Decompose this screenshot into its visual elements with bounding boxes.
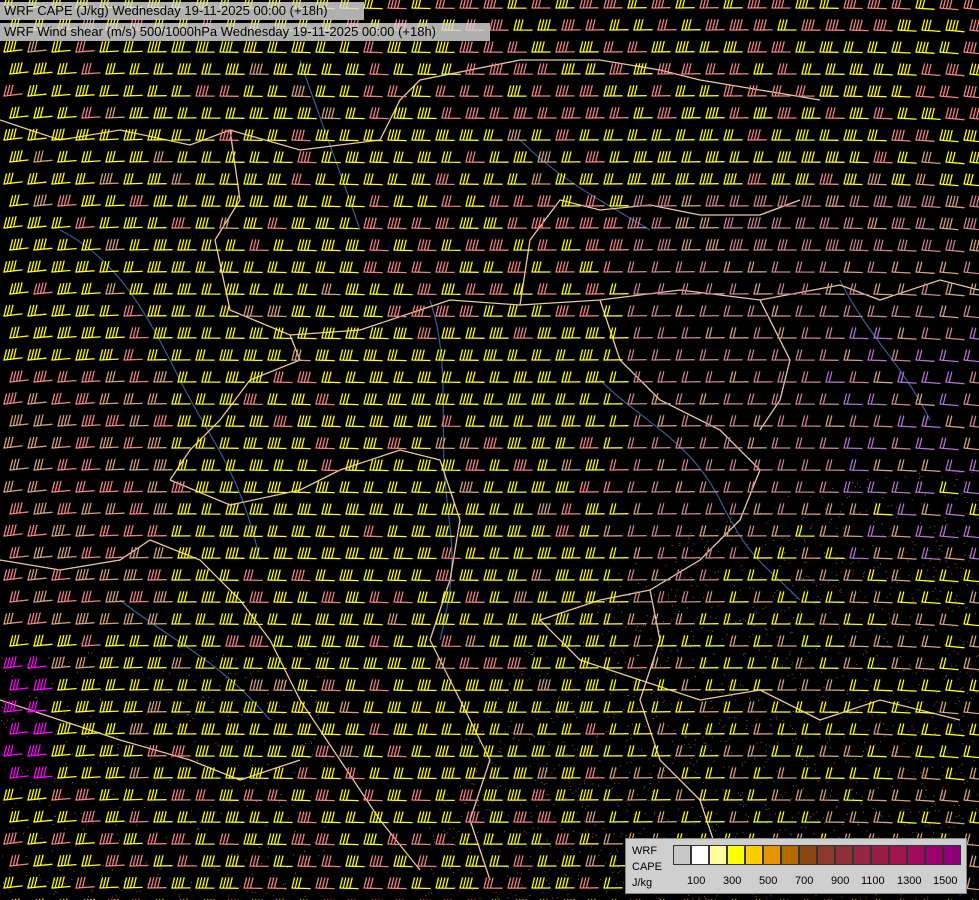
legend-tick-label: 1500 <box>933 875 958 887</box>
legend-model-label: WRF <box>632 845 658 857</box>
country-border <box>169 449 441 506</box>
wind-barb-group <box>627 195 979 603</box>
legend-swatch <box>799 845 817 865</box>
legend-swatch <box>835 845 853 865</box>
legend-color-scale <box>673 845 961 865</box>
legend-variable-label: CAPE <box>632 861 662 873</box>
legend-swatch <box>727 845 745 865</box>
legend-swatch <box>907 845 925 865</box>
legend-swatch <box>763 845 781 865</box>
legend-swatch <box>817 845 835 865</box>
wind-barb-layer <box>3 0 979 900</box>
country-border <box>759 299 791 431</box>
country-border <box>0 539 151 571</box>
legend-swatch <box>709 845 727 865</box>
legend-swatch <box>853 845 871 865</box>
map-layer <box>0 0 979 900</box>
map-canvas[interactable]: WRF CAPE (J/kg) Wednesday 19-11-2025 00:… <box>0 0 979 900</box>
legend-swatch <box>745 845 763 865</box>
legend-swatch <box>943 845 961 865</box>
legend-swatch <box>673 845 691 865</box>
wind-barb-group <box>825 327 979 561</box>
legend-tick-labels: 100 300 500 700 900 1100 1300 1500 <box>673 875 973 889</box>
wind-barb-group <box>3 656 53 779</box>
cape-title: WRF CAPE (J/kg) Wednesday 19-11-2025 00:… <box>0 2 364 20</box>
legend-tick-label: 500 <box>759 875 778 887</box>
country-border <box>429 459 491 881</box>
country-border <box>539 299 761 621</box>
legend-unit-label: J/kg <box>632 877 653 889</box>
wind-barb-group <box>3 18 979 900</box>
river-line <box>839 279 931 421</box>
legend-tick-label: 100 <box>687 875 706 887</box>
legend-swatch <box>889 845 907 865</box>
river-line <box>299 59 361 231</box>
legend-swatch <box>691 845 709 865</box>
cape-legend: WRF CAPE J/kg 100 300 500 700 900 1100 1300 150… <box>625 838 967 894</box>
legend-tick-label: 300 <box>723 875 742 887</box>
legend-swatch <box>871 845 889 865</box>
legend-tick-label: 700 <box>795 875 814 887</box>
country-border <box>169 334 301 481</box>
legend-swatch <box>781 845 799 865</box>
country-border <box>839 279 979 301</box>
legend-tick-label: 1100 <box>861 875 885 887</box>
river-line <box>119 599 271 721</box>
wind-barb-group <box>3 0 979 900</box>
legend-tick-label: 900 <box>831 875 850 887</box>
legend-swatch <box>925 845 943 865</box>
country-border <box>214 129 841 336</box>
legend-tick-label: 1300 <box>897 875 922 887</box>
wind-shear-title: WRF Wind shear (m/s) 500/1000hPa Wednesd… <box>0 23 490 41</box>
